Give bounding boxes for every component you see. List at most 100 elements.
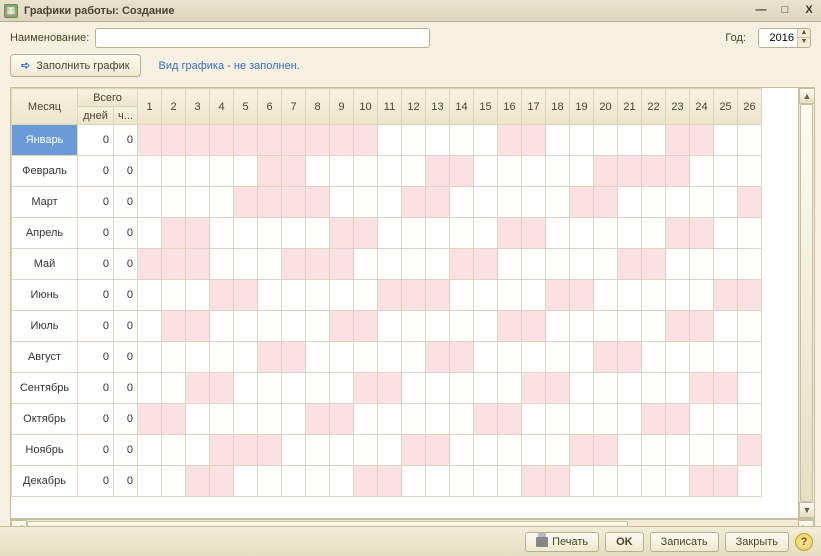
day-cell[interactable] [666,125,690,156]
day-cell[interactable] [162,156,186,187]
day-cell[interactable] [642,249,666,280]
day-cell[interactable] [282,435,306,466]
day-cell[interactable] [234,466,258,497]
day-cell[interactable] [714,187,738,218]
day-cell[interactable] [570,187,594,218]
days-cell[interactable]: 0 [78,311,114,342]
table-row[interactable]: Октябрь00 [12,404,762,435]
month-cell[interactable]: Октябрь [12,404,78,435]
day-cell[interactable] [570,218,594,249]
header-day-15[interactable]: 15 [474,89,498,125]
day-cell[interactable] [594,466,618,497]
day-cell[interactable] [426,125,450,156]
days-cell[interactable]: 0 [78,342,114,373]
hours-cell[interactable]: 0 [114,249,138,280]
day-cell[interactable] [210,249,234,280]
day-cell[interactable] [426,404,450,435]
header-day-18[interactable]: 18 [546,89,570,125]
day-cell[interactable] [618,187,642,218]
year-down-button[interactable]: ▼ [798,38,810,47]
day-cell[interactable] [210,311,234,342]
day-cell[interactable] [594,280,618,311]
day-cell[interactable] [498,156,522,187]
day-cell[interactable] [186,404,210,435]
day-cell[interactable] [666,156,690,187]
day-cell[interactable] [210,125,234,156]
day-cell[interactable] [522,373,546,404]
day-cell[interactable] [450,435,474,466]
day-cell[interactable] [186,435,210,466]
day-cell[interactable] [162,280,186,311]
day-cell[interactable] [186,125,210,156]
day-cell[interactable] [330,187,354,218]
day-cell[interactable] [186,311,210,342]
day-cell[interactable] [474,280,498,311]
day-cell[interactable] [402,125,426,156]
header-day-2[interactable]: 2 [162,89,186,125]
header-day-7[interactable]: 7 [282,89,306,125]
day-cell[interactable] [546,404,570,435]
header-day-23[interactable]: 23 [666,89,690,125]
day-cell[interactable] [690,466,714,497]
day-cell[interactable] [570,404,594,435]
day-cell[interactable] [690,435,714,466]
header-day-11[interactable]: 11 [378,89,402,125]
day-cell[interactable] [474,187,498,218]
day-cell[interactable] [258,342,282,373]
day-cell[interactable] [738,187,762,218]
hours-cell[interactable]: 0 [114,404,138,435]
day-cell[interactable] [618,435,642,466]
table-row[interactable]: Февраль00 [12,156,762,187]
day-cell[interactable] [378,280,402,311]
day-cell[interactable] [714,311,738,342]
day-cell[interactable] [426,466,450,497]
header-day-8[interactable]: 8 [306,89,330,125]
day-cell[interactable] [330,156,354,187]
day-cell[interactable] [642,342,666,373]
day-cell[interactable] [354,342,378,373]
month-cell[interactable]: Январь [12,125,78,156]
hours-cell[interactable]: 0 [114,156,138,187]
day-cell[interactable] [522,187,546,218]
day-cell[interactable] [642,311,666,342]
month-cell[interactable]: Сентябрь [12,373,78,404]
day-cell[interactable] [402,311,426,342]
header-day-19[interactable]: 19 [570,89,594,125]
day-cell[interactable] [546,125,570,156]
month-cell[interactable]: Апрель [12,218,78,249]
header-days[interactable]: дней [78,107,114,125]
day-cell[interactable] [570,435,594,466]
day-cell[interactable] [690,187,714,218]
month-cell[interactable]: Июль [12,311,78,342]
day-cell[interactable] [738,311,762,342]
day-cell[interactable] [426,280,450,311]
name-input[interactable] [95,28,430,48]
day-cell[interactable] [402,218,426,249]
day-cell[interactable] [594,311,618,342]
day-cell[interactable] [690,125,714,156]
month-cell[interactable]: Декабрь [12,466,78,497]
day-cell[interactable] [474,249,498,280]
day-cell[interactable] [738,342,762,373]
day-cell[interactable] [186,187,210,218]
day-cell[interactable] [618,125,642,156]
day-cell[interactable] [354,280,378,311]
day-cell[interactable] [498,466,522,497]
month-cell[interactable]: Февраль [12,156,78,187]
day-cell[interactable] [402,156,426,187]
day-cell[interactable] [450,249,474,280]
day-cell[interactable] [498,435,522,466]
day-cell[interactable] [522,311,546,342]
day-cell[interactable] [522,404,546,435]
day-cell[interactable] [546,280,570,311]
header-day-25[interactable]: 25 [714,89,738,125]
day-cell[interactable] [546,373,570,404]
hours-cell[interactable]: 0 [114,373,138,404]
days-cell[interactable]: 0 [78,280,114,311]
day-cell[interactable] [210,280,234,311]
header-total[interactable]: Всего [78,89,138,107]
day-cell[interactable] [306,218,330,249]
day-cell[interactable] [354,435,378,466]
hours-cell[interactable]: 0 [114,342,138,373]
day-cell[interactable] [234,342,258,373]
